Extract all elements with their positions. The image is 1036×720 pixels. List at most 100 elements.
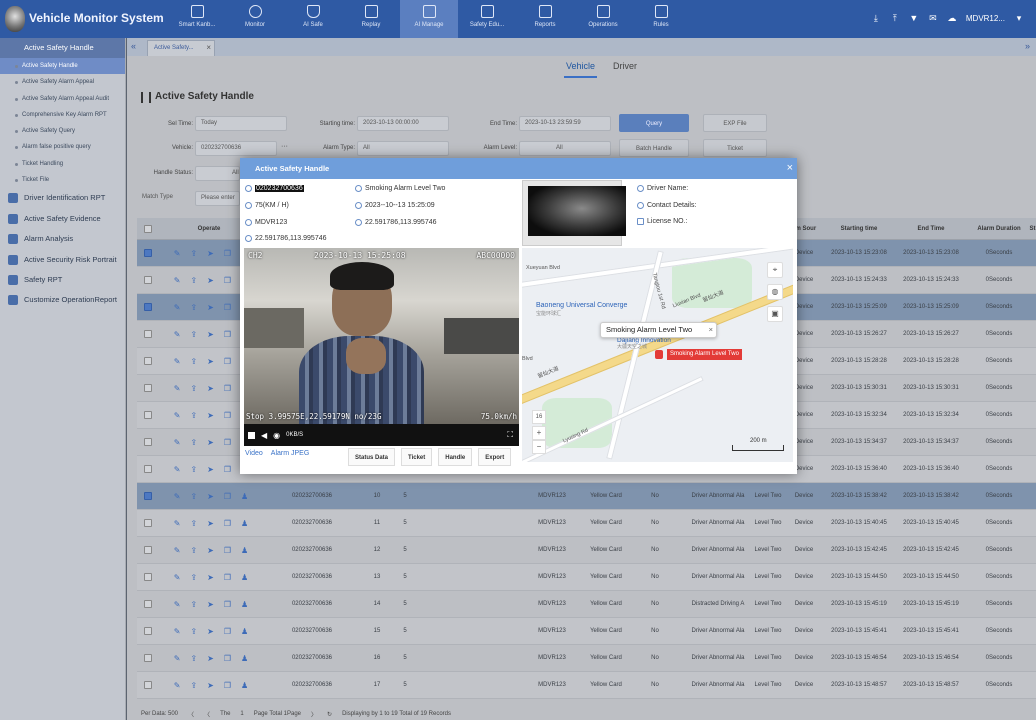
checkbox[interactable] — [144, 357, 152, 365]
copy-icon[interactable]: ❐ — [224, 438, 231, 447]
copy-icon[interactable]: ❐ — [224, 519, 231, 528]
sidebar-item-ticket-file[interactable]: Ticket File — [0, 172, 125, 188]
edit-icon[interactable]: ✎ — [174, 303, 181, 312]
sidebar-item-false-positive[interactable]: Alarm false positive query — [0, 139, 125, 155]
edit-icon[interactable]: ✎ — [174, 600, 181, 609]
sidebar-section-custom-report[interactable]: Customize OperationReport — [0, 290, 125, 310]
close-icon[interactable]: × — [206, 41, 211, 55]
send-icon[interactable]: ➤ — [207, 492, 214, 501]
nav-reports[interactable]: Reports — [516, 0, 574, 38]
sidebar-header[interactable]: Active Safety Handle — [0, 38, 125, 58]
header-select-all[interactable] — [137, 218, 159, 239]
tab-vehicle[interactable]: Vehicle — [563, 56, 598, 78]
sidebar-section-safety-rpt[interactable]: Safety RPT — [0, 270, 125, 290]
table-row[interactable]: ✎ ⇪ ➤ ❐ ♟ 020232700636 14 5 MDVR123 Yellow Card No… — [137, 591, 1036, 618]
chevron-down-icon[interactable]: ▾ — [1014, 13, 1024, 23]
tab-active-safety[interactable]: Active Safety... × — [147, 40, 215, 56]
checkbox[interactable] — [144, 224, 152, 233]
upload-icon[interactable]: ⇪ — [190, 573, 197, 582]
edit-icon[interactable]: ✎ — [174, 357, 181, 366]
upload-icon[interactable]: ⇪ — [190, 465, 197, 474]
nav-smart-kanban[interactable]: Smart Kanb... — [168, 0, 226, 38]
map-3d-icon[interactable]: ▣ — [767, 306, 783, 322]
map-layer-icon[interactable]: ⌖ — [767, 262, 783, 278]
driver-snapshot[interactable] — [522, 180, 626, 246]
status-data-button[interactable]: Status Data — [348, 448, 396, 466]
upload-icon[interactable]: ⇪ — [190, 438, 197, 447]
copy-icon[interactable]: ❐ — [224, 357, 231, 366]
upload-icon[interactable]: ⇪ — [190, 276, 197, 285]
send-icon[interactable]: ➤ — [207, 303, 214, 312]
checkbox[interactable] — [144, 438, 152, 446]
expand-tabs-icon[interactable]: » — [1025, 41, 1030, 51]
table-row[interactable]: ✎ ⇪ ➤ ❐ ♟ 020232700636 13 5 MDVR123 Yellow Card No… — [137, 564, 1036, 591]
sidebar-section-driver-id[interactable]: Driver Identification RPT — [0, 188, 125, 208]
edit-icon[interactable]: ✎ — [174, 627, 181, 636]
collapse-sidebar-icon[interactable]: « — [131, 41, 136, 51]
checkbox[interactable] — [144, 249, 152, 257]
checkbox[interactable] — [144, 654, 152, 662]
copy-icon[interactable]: ❐ — [224, 276, 231, 285]
upload-icon[interactable]: ⇪ — [190, 600, 197, 609]
copy-icon[interactable]: ❐ — [224, 330, 231, 339]
zoom-out-button[interactable]: − — [532, 440, 546, 454]
sidebar-item-alarm-appeal[interactable]: Active Safety Alarm Appeal — [0, 74, 125, 90]
checkbox[interactable] — [144, 492, 152, 500]
shirt-icon[interactable]: ▼ — [909, 13, 919, 23]
map-poi-dajiang[interactable]: Dajiang Innovation 大疆天空之城 — [617, 337, 671, 351]
send-icon[interactable]: ➤ — [207, 573, 214, 582]
next-page-icon[interactable]: 〉 — [311, 710, 317, 719]
checkbox[interactable] — [144, 627, 152, 635]
table-row[interactable]: ✎ ⇪ ➤ ❐ ♟ 020232700636 11 5 MDVR123 Yellow Card No… — [137, 510, 1036, 537]
location-map[interactable]: Xueyuan Blvd 留仙大道 Liuxian Blvd Tangtou 1… — [522, 248, 793, 462]
export-button[interactable]: Export — [478, 448, 512, 466]
cloud-icon[interactable]: ☁ — [947, 13, 957, 23]
send-icon[interactable]: ➤ — [207, 330, 214, 339]
edit-icon[interactable]: ✎ — [174, 546, 181, 555]
checkbox[interactable] — [144, 600, 152, 608]
tab-driver[interactable]: Driver — [611, 56, 639, 78]
vehicle-input[interactable]: 020232700636 — [195, 141, 277, 156]
handle-button[interactable]: Handle — [438, 448, 473, 466]
copy-icon[interactable]: ❐ — [224, 681, 231, 690]
sidebar-section-evidence[interactable]: Active Safety Evidence — [0, 209, 125, 229]
upload-icon[interactable]: ⇪ — [190, 249, 197, 258]
upload-icon[interactable]: ⇪ — [190, 357, 197, 366]
upload-icon[interactable]: ⇪ — [190, 681, 197, 690]
checkbox[interactable] — [144, 573, 152, 581]
copy-icon[interactable]: ❐ — [224, 573, 231, 582]
volume-icon[interactable]: ◀ — [261, 431, 267, 440]
camera-icon[interactable]: ◉ — [273, 431, 280, 440]
send-icon[interactable]: ➤ — [207, 600, 214, 609]
table-row[interactable]: ✎ ⇪ ➤ ❐ ♟ 020232700636 15 5 MDVR123 Yellow Card No… — [137, 618, 1036, 645]
checkbox[interactable] — [144, 411, 152, 419]
nav-operations[interactable]: Operations — [574, 0, 632, 38]
mail-icon[interactable]: ✉ — [928, 13, 938, 23]
nav-ai-manage[interactable]: AI Manage — [400, 0, 458, 38]
sidebar-item-appeal-audit[interactable]: Active Safety Alarm Appeal Audit — [0, 91, 125, 107]
nav-replay[interactable]: Replay — [342, 0, 400, 38]
send-icon[interactable]: ➤ — [207, 438, 214, 447]
alarm-type-select[interactable]: All — [357, 141, 449, 156]
match-type-select[interactable]: Match Type — [137, 191, 193, 206]
edit-icon[interactable]: ✎ — [174, 573, 181, 582]
copy-icon[interactable]: ❐ — [224, 303, 231, 312]
send-icon[interactable]: ➤ — [207, 276, 214, 285]
checkbox[interactable] — [144, 519, 152, 527]
tab-video[interactable]: Video — [245, 450, 263, 457]
copy-icon[interactable]: ❐ — [224, 627, 231, 636]
checkbox[interactable] — [144, 330, 152, 338]
search-input[interactable]: Please enter — [195, 191, 240, 206]
send-icon[interactable]: ➤ — [207, 627, 214, 636]
vehicle-marker-icon[interactable] — [655, 350, 663, 359]
download-icon[interactable]: ⤓ — [871, 13, 881, 23]
fullscreen-icon[interactable]: ⛶ — [507, 430, 513, 440]
upload-icon[interactable]: ⇪ — [190, 411, 197, 420]
send-icon[interactable]: ➤ — [207, 681, 214, 690]
edit-icon[interactable]: ✎ — [174, 384, 181, 393]
zoom-in-button[interactable]: + — [532, 426, 546, 440]
upload-icon[interactable]: ⇪ — [190, 303, 197, 312]
close-icon[interactable]: × — [787, 158, 793, 179]
upload-icon[interactable]: ⇪ — [190, 384, 197, 393]
page-number-input[interactable]: 1 — [240, 711, 243, 717]
